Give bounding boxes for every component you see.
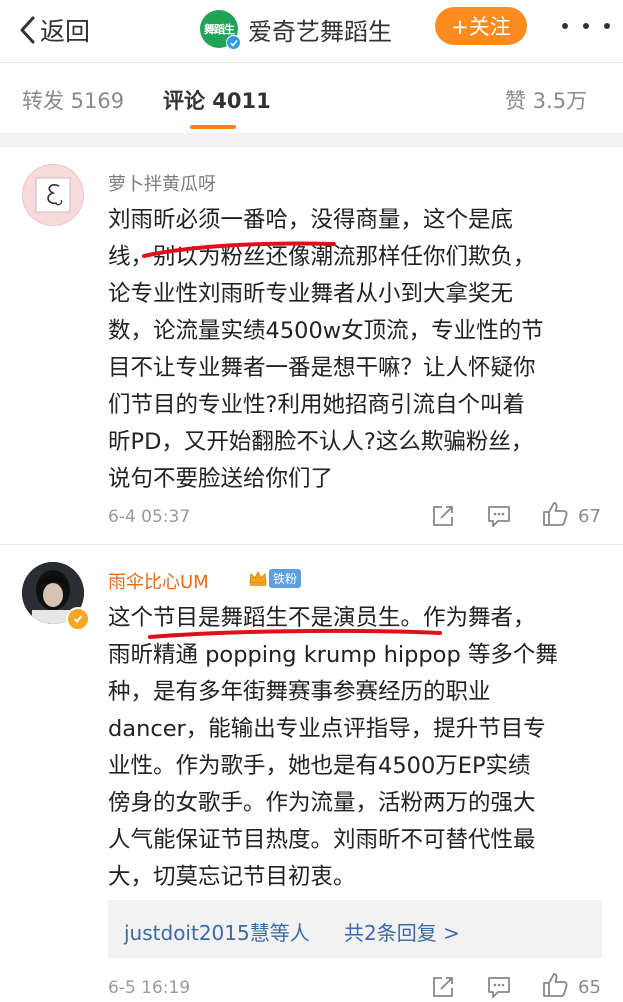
top-nav-bar: 返回 舞蹈生 爱奇艺舞蹈生 +关注 <box>0 0 623 63</box>
view-replies-link[interactable]: 共2条回复 > <box>344 917 460 946</box>
comment-item: 雨伞比心UM 铁粉 这个节目是舞蹈生不是演员生。作为舞者， 雨昕精通 poppi… <box>0 545 623 1000</box>
fan-badge: 铁粉 <box>248 567 302 589</box>
reply-preview[interactable]: justdoit2015慧等人 共2条回复 > <box>108 900 602 958</box>
comment-line: 目不让专业舞者一番是想干嘛？让人怀疑你 <box>108 355 536 381</box>
account-avatar[interactable]: 舞蹈生 <box>200 10 241 50</box>
comment-line: 论专业性刘雨昕专业舞者从小到大拿奖无 <box>108 281 514 307</box>
back-button[interactable]: 返回 <box>18 10 90 50</box>
comment-icon[interactable] <box>484 501 514 531</box>
avatar[interactable] <box>22 164 84 226</box>
comment-line: dancer，能输出专业点评指导，提升节目专 <box>108 716 546 742</box>
comment-text: 刘雨昕必须一番哈，没得商量，这个是底 线，别以为粉丝还像潮流那样任你们欺负， 论… <box>108 202 608 498</box>
comment-username[interactable]: 雨伞比心UM <box>108 568 209 594</box>
comment-line: 大，切莫忘记节目初衷。 <box>108 864 356 890</box>
comment-line: 说句不要脸送给你们了 <box>108 466 334 492</box>
comment-line: 傍身的女歌手。作为流量，活粉两万的强大 <box>108 790 536 816</box>
page-title: 爱奇艺舞蹈生 <box>248 17 392 46</box>
verified-icon <box>66 607 90 631</box>
active-tab-indicator <box>190 125 236 129</box>
comment-item: 萝卜拌黄瓜呀 刘雨昕必须一番哈，没得商量，这个是底 线，别以为粉丝还像潮流那样任… <box>0 147 623 545</box>
share-icon[interactable] <box>428 972 458 1002</box>
like-icon[interactable] <box>540 970 570 1000</box>
like-icon[interactable] <box>540 499 570 529</box>
fan-badge-label: 铁粉 <box>269 568 302 588</box>
like-count: 67 <box>578 506 601 527</box>
follow-button[interactable]: +关注 <box>435 7 527 45</box>
comment-line: 这个节目是舞蹈生不是演员生。作为舞者， <box>108 605 536 631</box>
comment-line: 数，论流量实绩4500w女顶流，专业性的节 <box>108 318 544 344</box>
tab-repost[interactable]: 转发 5169 <box>22 85 124 115</box>
back-label: 返回 <box>40 17 91 46</box>
divider <box>0 133 623 147</box>
comment-line: 线，别以为粉丝还像潮流那样任你们欺负， <box>108 244 536 270</box>
comment-timestamp: 6-5 16:19 <box>108 978 191 998</box>
comment-line: 刘雨昕必须一番哈，没得商量，这个是底 <box>108 207 514 233</box>
comment-line: 雨昕精通 popping krump hippop 等多个舞 <box>108 642 558 668</box>
share-icon[interactable] <box>428 501 458 531</box>
more-options-icon[interactable] <box>562 14 610 38</box>
crown-icon <box>248 568 268 588</box>
verified-icon <box>226 35 241 50</box>
account-logo-text: 舞蹈生 <box>204 23 235 36</box>
comment-line: 昕PD，又开始翻脸不认人?这么欺骗粉丝， <box>108 429 534 455</box>
comment-text: 这个节目是舞蹈生不是演员生。作为舞者， 雨昕精通 popping krump h… <box>108 600 608 896</box>
comment-line: 种，是有多年街舞赛事参赛经历的职业 <box>108 679 491 705</box>
chevron-left-icon <box>18 15 36 45</box>
reply-users-link[interactable]: justdoit2015慧等人 <box>124 917 310 946</box>
comment-line: 业性。作为歌手，她也是有4500万EP实绩 <box>108 753 531 779</box>
comment-icon[interactable] <box>484 972 514 1002</box>
comment-username[interactable]: 萝卜拌黄瓜呀 <box>108 170 216 196</box>
comment-timestamp: 6-4 05:37 <box>108 507 191 527</box>
tab-bar: 转发 5169 评论 4011 赞 3.5万 <box>0 63 623 133</box>
account-title[interactable]: 舞蹈生 爱奇艺舞蹈生 <box>200 9 392 50</box>
like-count: 65 <box>578 977 601 998</box>
tab-likes[interactable]: 赞 3.5万 <box>505 85 587 115</box>
comment-line: 人气能保证节目热度。刘雨昕不可替代性最 <box>108 827 536 853</box>
comment-line: 们节目的专业性?利用她招商引流自个叫着 <box>108 392 525 418</box>
tab-comments[interactable]: 评论 4011 <box>163 85 271 115</box>
